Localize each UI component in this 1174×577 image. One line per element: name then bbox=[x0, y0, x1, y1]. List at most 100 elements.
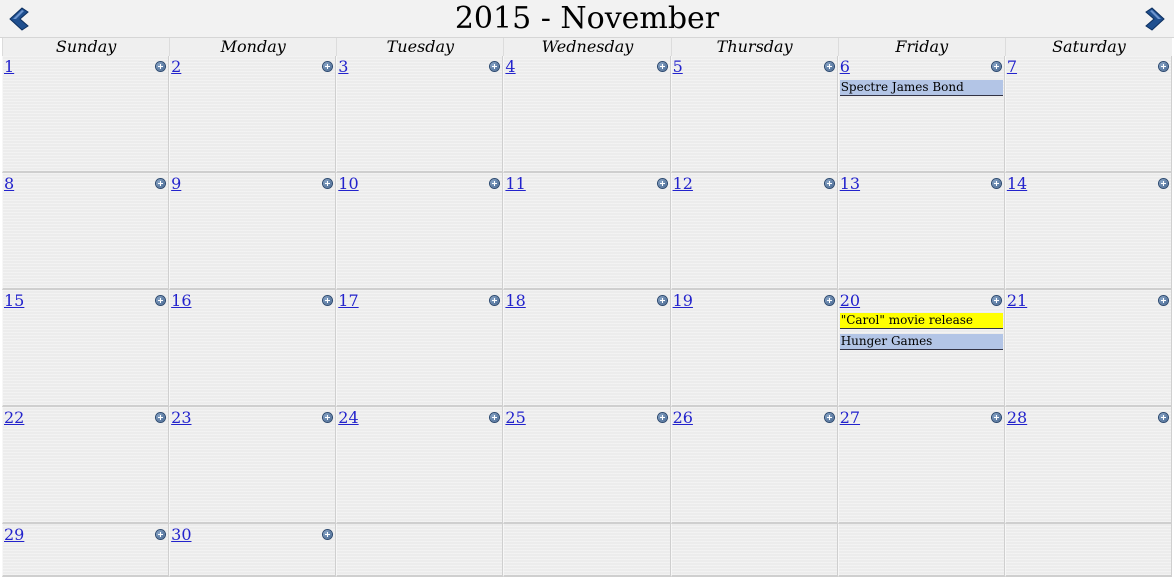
calendar-header: 2015 - November bbox=[0, 0, 1174, 38]
add-event-icon[interactable] bbox=[657, 62, 667, 71]
day-cell[interactable]: 27 bbox=[837, 407, 1005, 524]
calendar: 2015 - November Sunday Monday Tuesday We… bbox=[0, 0, 1174, 577]
add-event-icon[interactable] bbox=[824, 179, 834, 188]
day-cell[interactable]: 22 bbox=[2, 407, 170, 524]
add-event-icon[interactable] bbox=[991, 296, 1001, 305]
day-number-link[interactable]: 20 bbox=[840, 292, 860, 310]
day-cell[interactable]: 15 bbox=[2, 290, 170, 407]
add-event-icon[interactable] bbox=[1158, 179, 1168, 188]
event-entry[interactable]: "Carol" movie release bbox=[839, 313, 1003, 329]
day-cell[interactable]: 6 Spectre James Bond bbox=[837, 56, 1005, 173]
add-event-icon[interactable] bbox=[156, 296, 166, 305]
day-cell[interactable]: 16 bbox=[169, 290, 337, 407]
add-event-icon[interactable] bbox=[156, 179, 166, 188]
month-grid: 1 2 3 4 5 6 Spectre James Bond 7 8 9 10 … bbox=[2, 56, 1172, 577]
day-cell[interactable]: 12 bbox=[670, 173, 838, 290]
day-number-link[interactable]: 21 bbox=[1007, 292, 1027, 310]
event-entry[interactable]: Hunger Games bbox=[839, 334, 1003, 350]
add-event-icon[interactable] bbox=[824, 413, 834, 422]
add-event-icon[interactable] bbox=[490, 413, 500, 422]
day-number-link[interactable]: 19 bbox=[673, 292, 693, 310]
day-number-link[interactable]: 14 bbox=[1007, 175, 1027, 193]
day-number-link[interactable]: 10 bbox=[338, 175, 358, 193]
day-number-link[interactable]: 7 bbox=[1007, 58, 1017, 76]
add-event-icon[interactable] bbox=[991, 62, 1001, 71]
right-arrow-icon bbox=[1145, 7, 1165, 31]
day-number-link[interactable]: 5 bbox=[673, 58, 683, 76]
day-cell[interactable]: 20 "Carol" movie release Hunger Games bbox=[837, 290, 1005, 407]
day-number-link[interactable]: 16 bbox=[171, 292, 191, 310]
day-cell[interactable]: 4 bbox=[503, 56, 671, 173]
day-number-link[interactable]: 8 bbox=[4, 175, 14, 193]
add-event-icon[interactable] bbox=[657, 179, 667, 188]
day-cell[interactable]: 18 bbox=[503, 290, 671, 407]
day-cell[interactable]: 9 bbox=[169, 173, 337, 290]
day-number-link[interactable]: 25 bbox=[505, 409, 525, 427]
day-number-link[interactable]: 2 bbox=[171, 58, 181, 76]
day-number-link[interactable]: 24 bbox=[338, 409, 358, 427]
day-number-link[interactable]: 9 bbox=[171, 175, 181, 193]
day-number-link[interactable]: 23 bbox=[171, 409, 191, 427]
day-cell[interactable]: 28 bbox=[1004, 407, 1172, 524]
add-event-icon[interactable] bbox=[323, 179, 333, 188]
day-cell[interactable]: 3 bbox=[336, 56, 504, 173]
day-cell[interactable]: 1 bbox=[2, 56, 170, 173]
add-event-icon[interactable] bbox=[490, 179, 500, 188]
add-event-icon[interactable] bbox=[323, 413, 333, 422]
day-number-link[interactable]: 12 bbox=[673, 175, 693, 193]
add-event-icon[interactable] bbox=[657, 296, 667, 305]
add-event-icon[interactable] bbox=[156, 413, 166, 422]
day-number-link[interactable]: 28 bbox=[1007, 409, 1027, 427]
day-number-link[interactable]: 15 bbox=[4, 292, 24, 310]
add-event-icon[interactable] bbox=[323, 296, 333, 305]
add-event-icon[interactable] bbox=[1158, 296, 1168, 305]
add-event-icon[interactable] bbox=[824, 62, 834, 71]
day-cell[interactable]: 19 bbox=[670, 290, 838, 407]
add-event-icon[interactable] bbox=[991, 179, 1001, 188]
day-cell[interactable]: 23 bbox=[169, 407, 337, 524]
add-event-icon[interactable] bbox=[1158, 62, 1168, 71]
add-event-icon[interactable] bbox=[490, 296, 500, 305]
day-number-link[interactable]: 4 bbox=[505, 58, 515, 76]
day-cell[interactable]: 8 bbox=[2, 173, 170, 290]
day-number-link[interactable]: 13 bbox=[840, 175, 860, 193]
day-cell[interactable]: 29 bbox=[2, 524, 170, 577]
event-entry[interactable]: Spectre James Bond bbox=[839, 80, 1003, 96]
day-number-link[interactable]: 29 bbox=[4, 526, 24, 544]
day-cell[interactable]: 10 bbox=[336, 173, 504, 290]
add-event-icon[interactable] bbox=[991, 413, 1001, 422]
day-cell[interactable]: 24 bbox=[336, 407, 504, 524]
day-cell[interactable]: 25 bbox=[503, 407, 671, 524]
day-cell[interactable]: 2 bbox=[169, 56, 337, 173]
day-cell[interactable]: 11 bbox=[503, 173, 671, 290]
day-number-link[interactable]: 1 bbox=[4, 58, 14, 76]
day-cell[interactable]: 21 bbox=[1004, 290, 1172, 407]
day-cell[interactable]: 30 bbox=[169, 524, 337, 577]
weekday-label: Wednesday bbox=[503, 38, 671, 57]
day-cell[interactable]: 14 bbox=[1004, 173, 1172, 290]
add-event-icon[interactable] bbox=[156, 62, 166, 71]
add-event-icon[interactable] bbox=[657, 413, 667, 422]
next-month-button[interactable] bbox=[1140, 4, 1170, 34]
add-event-icon[interactable] bbox=[1158, 413, 1168, 422]
day-number-link[interactable]: 3 bbox=[338, 58, 348, 76]
day-number-link[interactable]: 27 bbox=[840, 409, 860, 427]
add-event-icon[interactable] bbox=[323, 530, 333, 539]
day-cell[interactable]: 13 bbox=[837, 173, 1005, 290]
day-number-link[interactable]: 26 bbox=[673, 409, 693, 427]
day-cell[interactable]: 5 bbox=[670, 56, 838, 173]
day-cell[interactable]: 17 bbox=[336, 290, 504, 407]
add-event-icon[interactable] bbox=[490, 62, 500, 71]
day-number-link[interactable]: 11 bbox=[505, 175, 525, 193]
day-number-link[interactable]: 17 bbox=[338, 292, 358, 310]
day-cell[interactable]: 7 bbox=[1004, 56, 1172, 173]
add-event-icon[interactable] bbox=[156, 530, 166, 539]
day-number-link[interactable]: 22 bbox=[4, 409, 24, 427]
add-event-icon[interactable] bbox=[323, 62, 333, 71]
day-cell[interactable]: 26 bbox=[670, 407, 838, 524]
day-number-link[interactable]: 30 bbox=[171, 526, 191, 544]
empty-day-cell bbox=[670, 524, 838, 577]
day-number-link[interactable]: 18 bbox=[505, 292, 525, 310]
add-event-icon[interactable] bbox=[824, 296, 834, 305]
day-number-link[interactable]: 6 bbox=[840, 58, 850, 76]
